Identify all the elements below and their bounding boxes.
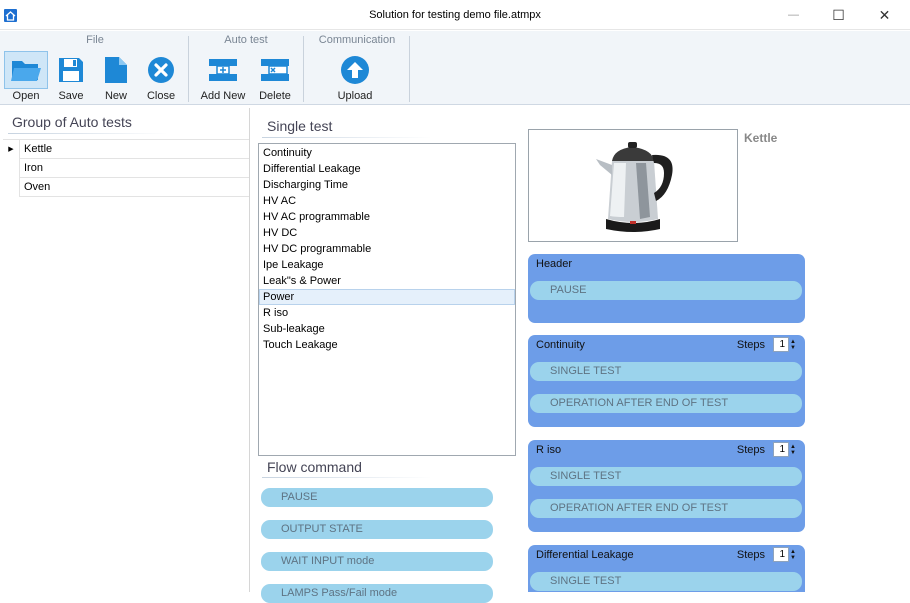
ribbon-group-file: File	[86, 34, 104, 46]
save-button[interactable]: Save	[50, 51, 92, 103]
auto-test-name: Kettle	[24, 143, 53, 155]
table-row[interactable]: Oven	[3, 177, 249, 197]
add-new-button[interactable]: Add New	[196, 51, 250, 103]
delete-label: Delete	[259, 90, 291, 102]
card-title: R iso	[536, 444, 562, 456]
save-label: Save	[58, 90, 84, 102]
sequence-step[interactable]: OPERATION AFTER END OF TEST	[530, 499, 802, 518]
steps-value[interactable]: 1	[773, 547, 789, 562]
single-test-title: Single test	[267, 118, 333, 134]
folder-open-icon	[9, 53, 43, 87]
continuity-card[interactable]: Continuity Steps 1 ▲ ▼ SINGLE TEST OPERAT…	[528, 335, 805, 427]
card-title: Header	[536, 258, 573, 270]
row-header	[3, 177, 20, 197]
close-label: Close	[146, 90, 176, 102]
list-item[interactable]: R iso	[259, 305, 515, 321]
ribbon-group-auto-test: Auto test	[224, 34, 268, 46]
product-name: Kettle	[744, 131, 778, 145]
sequence-step[interactable]: OPERATION AFTER END OF TEST	[530, 394, 802, 413]
list-item[interactable]: Continuity	[259, 145, 515, 161]
auto-tests-title: Group of Auto tests	[12, 114, 132, 130]
card-title: Differential Leakage	[536, 549, 634, 561]
steps-stepper[interactable]: 1 ▲ ▼	[773, 547, 799, 562]
open-button[interactable]: Open	[5, 51, 47, 103]
title-underline	[262, 137, 432, 138]
list-item[interactable]: Discharging Time	[259, 177, 515, 193]
flow-command-item[interactable]: LAMPS Pass/Fail mode	[261, 584, 493, 603]
auto-test-name: Iron	[24, 162, 43, 174]
title-underline	[8, 133, 168, 134]
ribbon-group-communication: Communication	[318, 34, 396, 46]
row-selector-icon: ▶	[3, 139, 20, 159]
auto-tests-grid: ▶ Kettle Iron Oven	[3, 139, 249, 197]
list-item[interactable]: HV DC programmable	[259, 241, 515, 257]
single-test-list[interactable]: Continuity Differential Leakage Discharg…	[258, 143, 516, 456]
new-label: New	[104, 90, 127, 102]
list-item[interactable]: Sub-leakage	[259, 321, 515, 337]
product-image-frame	[528, 129, 738, 242]
stepper-arrows-icon[interactable]: ▲ ▼	[789, 547, 797, 562]
save-icon	[54, 53, 88, 87]
steps-stepper[interactable]: 1 ▲ ▼	[773, 442, 799, 457]
sequence-step[interactable]: PAUSE	[530, 281, 802, 300]
sequence-step[interactable]: SINGLE TEST	[530, 467, 802, 486]
list-item[interactable]: Leak"s & Power	[259, 273, 515, 289]
steps-label: Steps	[736, 444, 765, 456]
new-file-icon	[99, 53, 133, 87]
ribbon-separator	[188, 36, 189, 102]
close-file-button[interactable]: Close	[140, 51, 182, 103]
header-card[interactable]: Header PAUSE	[528, 254, 805, 323]
table-row[interactable]: ▶ Kettle	[3, 139, 249, 159]
list-item[interactable]: HV AC	[259, 193, 515, 209]
r-iso-card[interactable]: R iso Steps 1 ▲ ▼ SINGLE TEST OPERATION A…	[528, 440, 805, 532]
steps-value[interactable]: 1	[773, 442, 789, 457]
ribbon-separator	[303, 36, 304, 102]
ribbon-separator	[409, 36, 410, 102]
row-header	[3, 158, 20, 178]
list-item-selected[interactable]: Power	[259, 289, 515, 305]
table-row[interactable]: Iron	[3, 158, 249, 178]
flow-command-item[interactable]: OUTPUT STATE	[261, 520, 493, 539]
differential-leakage-card[interactable]: Differential Leakage Steps 1 ▲ ▼ SINGLE T…	[528, 545, 805, 592]
list-item[interactable]: HV DC	[259, 225, 515, 241]
auto-test-name: Oven	[24, 181, 51, 193]
title-underline	[262, 477, 432, 478]
minimize-icon: —	[788, 9, 799, 21]
flow-command-title: Flow command	[267, 459, 362, 475]
flow-command-item[interactable]: PAUSE	[261, 488, 493, 507]
flow-command-item[interactable]: WAIT INPUT mode	[261, 552, 493, 571]
add-new-label: Add New	[200, 90, 246, 102]
stepper-arrows-icon[interactable]: ▲ ▼	[789, 442, 797, 457]
list-item[interactable]: Ipe Leakage	[259, 257, 515, 273]
upload-label: Upload	[337, 90, 373, 102]
upload-icon	[338, 53, 372, 87]
delete-button[interactable]: Delete	[253, 51, 297, 103]
stepper-arrows-icon[interactable]: ▲ ▼	[789, 337, 797, 352]
open-label: Open	[12, 90, 40, 102]
steps-stepper[interactable]: 1 ▲ ▼	[773, 337, 799, 352]
close-icon: ✕	[878, 6, 891, 23]
close-circle-icon	[144, 53, 178, 87]
add-test-icon	[206, 53, 240, 87]
sequence-step[interactable]: SINGLE TEST	[530, 572, 802, 591]
kettle-image	[590, 131, 678, 241]
maximize-icon: ☐	[832, 6, 845, 23]
steps-value[interactable]: 1	[773, 337, 789, 352]
close-window-button[interactable]: ✕	[862, 0, 907, 30]
steps-label: Steps	[736, 339, 765, 351]
card-title: Continuity	[536, 339, 585, 351]
delete-test-icon	[258, 53, 292, 87]
list-item[interactable]: Touch Leakage	[259, 337, 515, 353]
upload-button[interactable]: Upload	[330, 51, 380, 103]
minimize-button[interactable]: —	[771, 0, 816, 30]
steps-label: Steps	[736, 549, 765, 561]
list-item[interactable]: Differential Leakage	[259, 161, 515, 177]
maximize-button[interactable]: ☐	[816, 0, 861, 30]
sequence-step[interactable]: SINGLE TEST	[530, 362, 802, 381]
list-item[interactable]: HV AC programmable	[259, 209, 515, 225]
new-button[interactable]: New	[95, 51, 137, 103]
